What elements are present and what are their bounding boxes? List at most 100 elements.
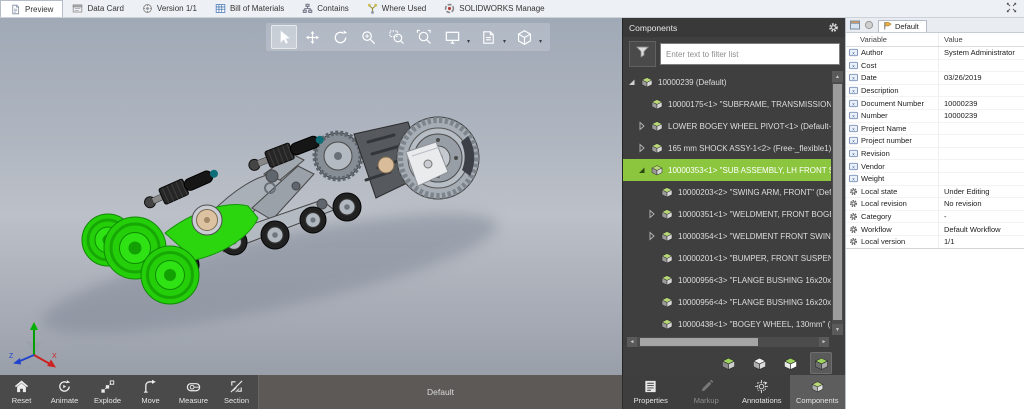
tab-bill-of-materials[interactable]: Bill of Materials: [206, 0, 293, 17]
view-orientation-tool-button[interactable]: [511, 25, 537, 49]
caret-collapsed-icon[interactable]: [648, 231, 659, 241]
part-icon: [660, 208, 674, 220]
document-tabs: PreviewData CardVersion 1/1Bill of Mater…: [0, 0, 554, 17]
tab-where-used[interactable]: Where Used: [358, 0, 435, 17]
bottom-toolbar: ResetAnimate Explode MoveMeasureSection De…: [0, 375, 845, 409]
variable-name: Category: [861, 212, 891, 221]
scroll-down-button[interactable]: ▼: [832, 324, 843, 335]
view-settings-tool-button[interactable]: [475, 25, 501, 49]
tab-data-card[interactable]: Data Card: [63, 0, 132, 17]
tree-item-10000203-2-swing-a[interactable]: 10000203<2> "SWING ARM, FRONT" (Defau: [623, 181, 831, 203]
variable-icon: x: [849, 162, 858, 171]
components-button[interactable]: Components: [790, 375, 846, 409]
expand-panel-button[interactable]: [999, 0, 1024, 17]
variable-value: 1/1: [944, 237, 954, 246]
annotations-button[interactable]: Annotations: [734, 375, 790, 409]
tree-item-10000354-1-weldmen[interactable]: 10000354<1> "WELDMENT FRONT SWINGA: [623, 225, 831, 247]
reset-button[interactable]: Reset: [0, 375, 43, 409]
circle-mini-icon[interactable]: [864, 20, 874, 30]
tab-default-configuration[interactable]: Default: [878, 20, 927, 32]
components-icon: [810, 379, 825, 394]
zoom-area-tool-button[interactable]: [383, 25, 409, 49]
pan-tool-button[interactable]: [299, 25, 325, 49]
zoom-fit-tool-button[interactable]: [411, 25, 437, 49]
tree-item-10000351-1-weldmen[interactable]: 10000351<1> "WELDMENT, FRONT BOGEY W: [623, 203, 831, 225]
scroll-right-button[interactable]: ►: [819, 337, 829, 347]
tree-item-10000175-1-subfram[interactable]: 10000175<1> "SUBFRAME, TRANSMISSION SID: [623, 93, 831, 115]
part-icon: [660, 318, 674, 330]
tree-item-10000956-4-flange[interactable]: 10000956<4> "FLANGE BUSHING 16x20x10: [623, 291, 831, 313]
viewport-3d[interactable]: ▾▾▾ X Z: [0, 18, 622, 375]
display-state-1-button[interactable]: [717, 352, 739, 374]
variables-table: Variable Value xAuthorSystem Administrat…: [846, 33, 1024, 249]
filter-input[interactable]: [660, 43, 840, 65]
caret-collapsed-icon[interactable]: [648, 209, 659, 219]
variable-row-project-name: xProject Name: [846, 123, 1024, 136]
variable-name-cell: Local version: [846, 237, 938, 246]
tree-item-10000201-1-bumper[interactable]: 10000201<1> "BUMPER, FRONT SUSPENSIO: [623, 247, 831, 269]
animate-button[interactable]: Animate: [43, 375, 86, 409]
move-button[interactable]: Move: [129, 375, 172, 409]
select-tool-button[interactable]: [271, 25, 297, 49]
scroll-up-button[interactable]: ▲: [832, 71, 843, 82]
top-tab-bar: PreviewData CardVersion 1/1Bill of Mater…: [0, 0, 1024, 18]
variable-icon: x: [849, 174, 858, 183]
part-icon: [660, 252, 674, 264]
caret-collapsed-icon[interactable]: [638, 143, 649, 153]
tab-version-1-1[interactable]: Version 1/1: [133, 0, 206, 17]
contains-icon: [302, 3, 313, 14]
horizontal-scroll-thumb[interactable]: [640, 338, 758, 346]
tab-preview[interactable]: Preview: [0, 0, 63, 17]
display-state-4-button[interactable]: [810, 352, 832, 374]
tool-label: Components: [796, 396, 839, 405]
section-button[interactable]: Section: [215, 375, 258, 409]
tree-item-10000956-3-flange[interactable]: 10000956<3> "FLANGE BUSHING 16x20x10: [623, 269, 831, 291]
tree-vertical-scrollbar[interactable]: ▲ ▼: [832, 71, 843, 335]
tab-contains[interactable]: Contains: [293, 0, 358, 17]
variable-value-cell: [938, 85, 1024, 97]
vertical-scroll-thumb[interactable]: [833, 84, 842, 320]
variable-row-date: xDate03/26/2019: [846, 72, 1024, 85]
explode-button[interactable]: Explode: [86, 375, 129, 409]
display-state-3-icon: [782, 356, 799, 371]
part-icon: [650, 98, 664, 110]
tree-item-lower-bogey-wheel-pi[interactable]: LOWER BOGEY WHEEL PIVOT<1> (Default-_fle…: [623, 115, 831, 137]
configuration-flag-icon: [883, 21, 892, 32]
variable-name-cell: Category: [846, 212, 938, 221]
measure-button[interactable]: Measure: [172, 375, 215, 409]
filter-button[interactable]: [629, 41, 656, 67]
data-card-panel: Default Variable Value xAuthorSystem Adm…: [845, 18, 1024, 409]
card-mini-icon[interactable]: [850, 20, 860, 30]
tab-solidworks-manage[interactable]: SOLIDWORKS Manage: [435, 0, 553, 17]
tree-item-10000239-default[interactable]: 10000239 (Default): [623, 71, 831, 93]
panel-settings-gear-icon[interactable]: [828, 22, 839, 33]
explode-icon: [100, 379, 115, 394]
variable-name-cell: Local revision: [846, 199, 938, 208]
scroll-left-button[interactable]: ◄: [627, 337, 637, 347]
tab-label: Contains: [317, 4, 349, 13]
tree-item-165-mm-shock-assy-1[interactable]: 165 mm SHOCK ASSY-1<2> (Free-_flexible1): [623, 137, 831, 159]
properties-button[interactable]: Properties: [623, 375, 679, 409]
caret-collapsed-icon[interactable]: [638, 121, 649, 131]
full-screen-dropdown-arrow[interactable]: ▾: [467, 38, 470, 45]
variable-value: No revision: [944, 199, 982, 208]
display-state-3-button[interactable]: [779, 352, 801, 374]
configuration-strip: Default: [259, 375, 622, 409]
zoom-tool-button[interactable]: [355, 25, 381, 49]
view-settings-dropdown-arrow[interactable]: ▾: [503, 38, 506, 45]
tree-item-label: 10000956<3> "FLANGE BUSHING 16x20x10: [678, 276, 831, 285]
caret-expanded-icon[interactable]: [638, 165, 649, 175]
tree-item-10000438-1-bogey-w[interactable]: 10000438<1> "BOGEY WHEEL, 130mm" (Def: [623, 313, 831, 335]
view-orientation-dropdown-arrow[interactable]: ▾: [539, 38, 542, 45]
tool-label: Explode: [94, 396, 121, 405]
markup-button: Markup: [679, 375, 735, 409]
full-screen-tool-button[interactable]: [439, 25, 465, 49]
display-state-2-button[interactable]: [748, 352, 770, 374]
components-panel-header: Components: [623, 18, 845, 37]
cad-model-scene[interactable]: [0, 18, 622, 375]
rotate-tool-button[interactable]: [327, 25, 353, 49]
tree-horizontal-scrollbar[interactable]: ◄ ►: [627, 337, 829, 347]
tree-item-10000353-1-sub-ass[interactable]: 10000353<1> "SUB ASSEMBLY, LH FRONT SUSP: [623, 159, 831, 181]
components-panel-title: Components: [629, 23, 677, 33]
caret-expanded-icon[interactable]: [628, 77, 639, 87]
